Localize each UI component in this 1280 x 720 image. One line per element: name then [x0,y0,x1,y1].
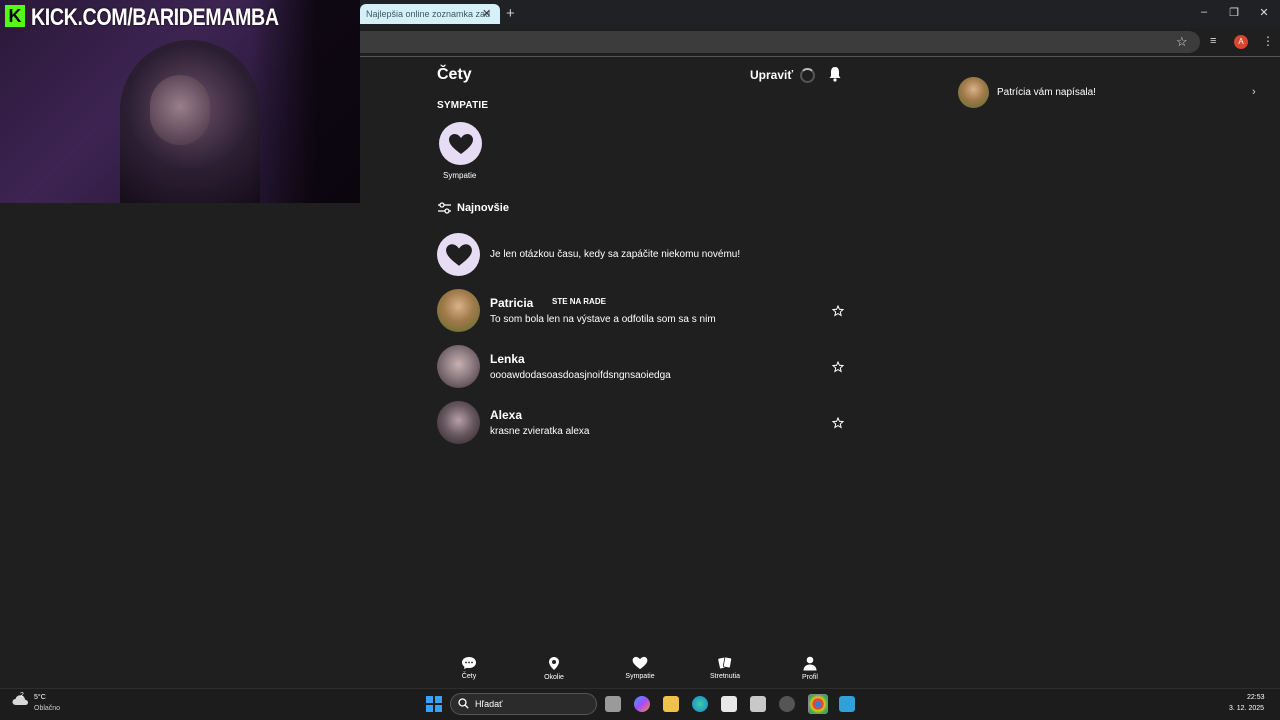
bookmark-star-icon[interactable]: ☆ [1176,34,1188,50]
nav-label: Stretnutia [710,673,740,680]
edit-button[interactable]: Upraviť [750,68,793,82]
chevron-right-icon[interactable]: › [1252,86,1256,98]
windows-start-button[interactable] [426,696,442,712]
heart-icon [448,133,473,154]
nav-label: Profil [802,674,818,681]
conversation-avatar-lenka[interactable] [437,345,480,388]
sympatie-heading: SYMPATIE [437,100,489,111]
system-message: Je len otázkou času, kedy sa zapáčite ni… [490,249,741,260]
search-placeholder: Hľadať [475,699,503,709]
clock-time[interactable]: 22:53 [1247,694,1265,701]
nav-item-stretnutia[interactable]: Stretnutia [695,656,755,680]
streamer-face [150,75,210,145]
app-f-icon[interactable] [839,696,855,712]
star-icon[interactable] [832,305,844,317]
heart-icon [632,656,648,670]
conversation-message[interactable]: To som bola len na výstave a odfotila so… [490,314,716,325]
sympatie-button[interactable] [439,122,482,165]
filter-icon[interactable] [437,201,452,215]
restore-button[interactable]: ❐ [1226,6,1242,19]
cards-icon [718,656,733,669]
conversation-name[interactable]: Patricia [490,296,533,310]
store-icon[interactable] [721,696,737,712]
star-icon[interactable] [832,417,844,429]
media-control-icon[interactable]: ≡ [1210,35,1216,47]
weather-description[interactable]: Oblačno [34,705,60,712]
notification-text[interactable]: Patrícia vám napísala! [997,87,1096,98]
browser-profile-avatar[interactable]: A [1234,35,1248,49]
status-badge: STE NA RADE [552,297,606,306]
star-icon[interactable] [832,361,844,373]
chrome-icon[interactable] [808,694,828,714]
tab-close-icon[interactable]: ✕ [482,7,491,20]
conversation-name[interactable]: Alexa [490,408,522,422]
nav-label: Čety [461,673,477,680]
notification-avatar[interactable] [958,77,989,108]
file-explorer-icon[interactable] [663,696,679,712]
bell-icon[interactable] [828,66,842,82]
page-title: Čety [437,66,472,83]
chrome-divider [360,56,1280,57]
nav-item-cety[interactable]: Čety [439,656,499,680]
nav-item-profil[interactable]: Profil [780,656,840,681]
chat-bubble-icon [462,657,476,669]
nav-label: Sympatie [625,673,655,680]
system-heart-avatar [437,233,480,276]
new-tab-button[interactable]: + [506,5,515,22]
edge-icon[interactable] [692,696,708,712]
location-pin-icon [549,657,559,670]
heart-icon [445,243,472,266]
sort-label[interactable]: Najnovšie [457,202,509,214]
taskbar-search-box[interactable] [450,693,597,715]
conversation-name[interactable]: Lenka [490,352,525,366]
nav-label: Okolie [544,674,564,681]
conversation-avatar-patricia[interactable] [437,289,480,332]
task-view-icon[interactable] [605,696,621,712]
kick-logo: K [5,5,25,27]
app-icon[interactable] [779,696,795,712]
copilot-icon[interactable] [634,696,650,712]
search-icon [458,698,469,709]
conversation-avatar-alexa[interactable] [437,401,480,444]
clock-date[interactable]: 3. 12. 2025 [1229,705,1264,712]
conversation-message[interactable]: oooawdodasoasdoasjnoifdsngnsaoiedga [490,370,671,381]
loading-spinner-icon [800,68,815,83]
address-bar[interactable] [360,31,1200,53]
browser-tab[interactable]: Najlepšia online zoznamka zad [360,4,500,24]
browser-menu-icon[interactable]: ⋮ [1262,34,1274,48]
sympatie-label: Sympatie [443,171,477,180]
minimize-button[interactable]: – [1196,6,1212,18]
user-icon [803,656,817,671]
weather-badge: 2 [20,692,24,699]
stream-channel-text: KICK.COM/BARIDEMAMBA [31,4,279,31]
nav-item-okolie[interactable]: Okolie [524,656,584,681]
conversation-message[interactable]: krasne zvieratka alexa [490,426,590,437]
outlook-icon[interactable] [750,696,766,712]
nav-item-sympatie[interactable]: Sympatie [610,656,670,680]
close-window-button[interactable]: ✕ [1256,6,1272,19]
weather-temperature[interactable]: 5°C [34,694,46,701]
